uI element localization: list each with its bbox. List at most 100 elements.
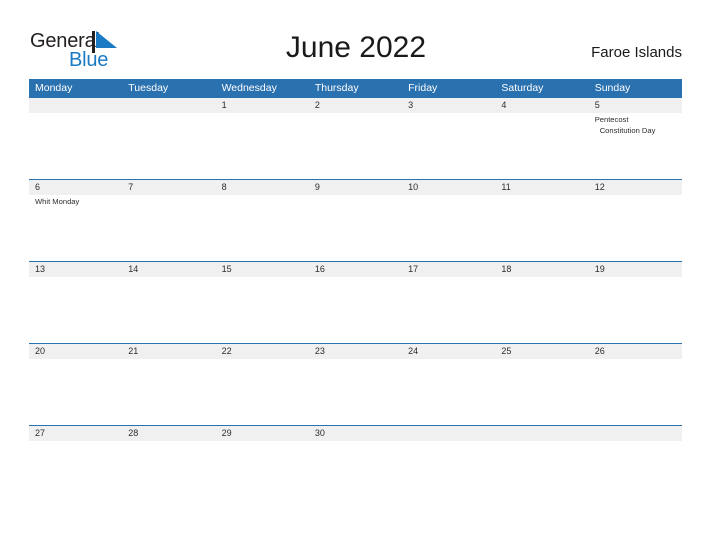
day-cell[interactable]	[495, 195, 588, 261]
day-cell[interactable]	[402, 113, 495, 179]
day-number[interactable]: 17	[402, 262, 495, 277]
day-cell[interactable]	[216, 195, 309, 261]
day-cell[interactable]: Whit Monday	[29, 195, 122, 261]
weekday-header-wednesday: Wednesday	[221, 82, 277, 94]
day-cell[interactable]	[309, 359, 402, 425]
calendar-week-row: 1 2 3 4 5 Pentecost Constitution Day	[29, 97, 682, 179]
day-number[interactable]: 6	[29, 180, 122, 195]
day-cell[interactable]	[122, 195, 215, 261]
calendar-grid: Monday Tuesday Wednesday Thursday Friday…	[29, 79, 682, 507]
day-number-empty	[29, 98, 122, 113]
day-number[interactable]: 30	[309, 426, 402, 441]
day-number[interactable]: 3	[402, 98, 495, 113]
day-cell[interactable]	[122, 359, 215, 425]
weekday-header-monday: Monday	[35, 82, 73, 94]
day-number-empty	[589, 426, 682, 441]
day-cell[interactable]	[402, 441, 495, 507]
day-number-empty	[402, 426, 495, 441]
day-cell[interactable]	[216, 441, 309, 507]
week-date-band: 12345	[29, 97, 682, 113]
day-number[interactable]: 26	[589, 344, 682, 359]
weekday-header-tuesday: Tuesday	[128, 82, 169, 94]
day-number[interactable]: 1	[216, 98, 309, 113]
day-cell[interactable]	[495, 359, 588, 425]
day-number[interactable]: 5	[589, 98, 682, 113]
day-cell[interactable]	[309, 441, 402, 507]
day-cell[interactable]	[122, 441, 215, 507]
weekday-header-row: Monday Tuesday Wednesday Thursday Friday…	[29, 79, 682, 97]
holiday-label: Pentecost	[594, 115, 629, 124]
day-number[interactable]: 22	[216, 344, 309, 359]
day-cell[interactable]: Pentecost Constitution Day	[589, 113, 682, 179]
day-number[interactable]: 29	[216, 426, 309, 441]
day-number-empty	[495, 426, 588, 441]
day-cell[interactable]	[216, 277, 309, 343]
day-cell[interactable]	[216, 113, 309, 179]
calendar-weeks: 1 2 3 4 5 Pentecost Constitution Day 6 7 8 9 10 11 12…	[29, 97, 682, 507]
day-cell[interactable]	[402, 277, 495, 343]
day-number[interactable]: 8	[216, 180, 309, 195]
weekday-header-thursday: Thursday	[314, 82, 359, 94]
calendar-week-row: 20 21 22 23 24 25 26	[29, 343, 682, 425]
day-number[interactable]: 20	[29, 344, 122, 359]
day-cell[interactable]	[589, 441, 682, 507]
day-cell[interactable]	[29, 277, 122, 343]
calendar-page: General Blue June 2022 Faroe Islands Mon…	[0, 0, 712, 550]
day-cell[interactable]	[402, 195, 495, 261]
day-cell[interactable]	[495, 113, 588, 179]
day-cell[interactable]	[402, 359, 495, 425]
weekday-header-friday: Friday	[408, 82, 438, 94]
day-cell[interactable]	[122, 277, 215, 343]
calendar-location: Faroe Islands	[591, 44, 682, 61]
day-number[interactable]: 21	[122, 344, 215, 359]
week-event-band	[29, 441, 682, 507]
day-cell[interactable]	[589, 359, 682, 425]
holiday-label: Whit Monday	[35, 197, 80, 206]
day-number[interactable]: 16	[309, 262, 402, 277]
day-cell[interactable]	[495, 277, 588, 343]
day-cell[interactable]	[122, 113, 215, 179]
day-cell[interactable]	[29, 441, 122, 507]
day-cell[interactable]	[309, 195, 402, 261]
generalblue-logo[interactable]: General Blue	[30, 30, 140, 72]
day-number-empty	[122, 98, 215, 113]
day-number[interactable]: 24	[402, 344, 495, 359]
week-event-band	[29, 277, 682, 343]
day-number[interactable]: 27	[29, 426, 122, 441]
day-number[interactable]: 12	[589, 180, 682, 195]
day-number[interactable]: 10	[402, 180, 495, 195]
day-number[interactable]: 4	[495, 98, 588, 113]
day-number[interactable]: 7	[122, 180, 215, 195]
page-title: June 2022	[285, 31, 427, 64]
day-number[interactable]: 23	[309, 344, 402, 359]
day-number[interactable]: 18	[495, 262, 588, 277]
day-number[interactable]: 2	[309, 98, 402, 113]
day-number[interactable]: 15	[216, 262, 309, 277]
day-cell[interactable]	[495, 441, 588, 507]
day-number[interactable]: 28	[122, 426, 215, 441]
logo-text-blue: Blue	[69, 49, 109, 71]
day-cell[interactable]	[309, 113, 402, 179]
day-number[interactable]: 19	[589, 262, 682, 277]
calendar-week-row: 6 7 8 9 10 11 12 Whit Monday	[29, 179, 682, 261]
day-cell[interactable]	[589, 277, 682, 343]
calendar-week-row: 27 28 29 30	[29, 425, 682, 507]
week-event-band: Whit Monday	[29, 195, 682, 261]
day-number[interactable]: 25	[495, 344, 588, 359]
week-date-band: 20 21 22 23 24 25 26	[29, 343, 682, 359]
week-date-band: 6 7 8 9 10 11 12	[29, 179, 682, 195]
day-cell[interactable]	[216, 359, 309, 425]
day-cell[interactable]	[29, 359, 122, 425]
day-number[interactable]: 13	[29, 262, 122, 277]
page-header: General Blue June 2022 Faroe Islands	[0, 0, 712, 78]
week-event-band	[29, 359, 682, 425]
day-cell[interactable]	[29, 113, 122, 179]
week-date-band: 27 28 29 30	[29, 425, 682, 441]
week-event-band: Pentecost Constitution Day	[29, 113, 682, 179]
week-date-band: 13 14 15 16 17 18 19	[29, 261, 682, 277]
day-number[interactable]: 14	[122, 262, 215, 277]
day-number[interactable]: 11	[495, 180, 588, 195]
day-cell[interactable]	[309, 277, 402, 343]
day-number[interactable]: 9	[309, 180, 402, 195]
day-cell[interactable]	[589, 195, 682, 261]
